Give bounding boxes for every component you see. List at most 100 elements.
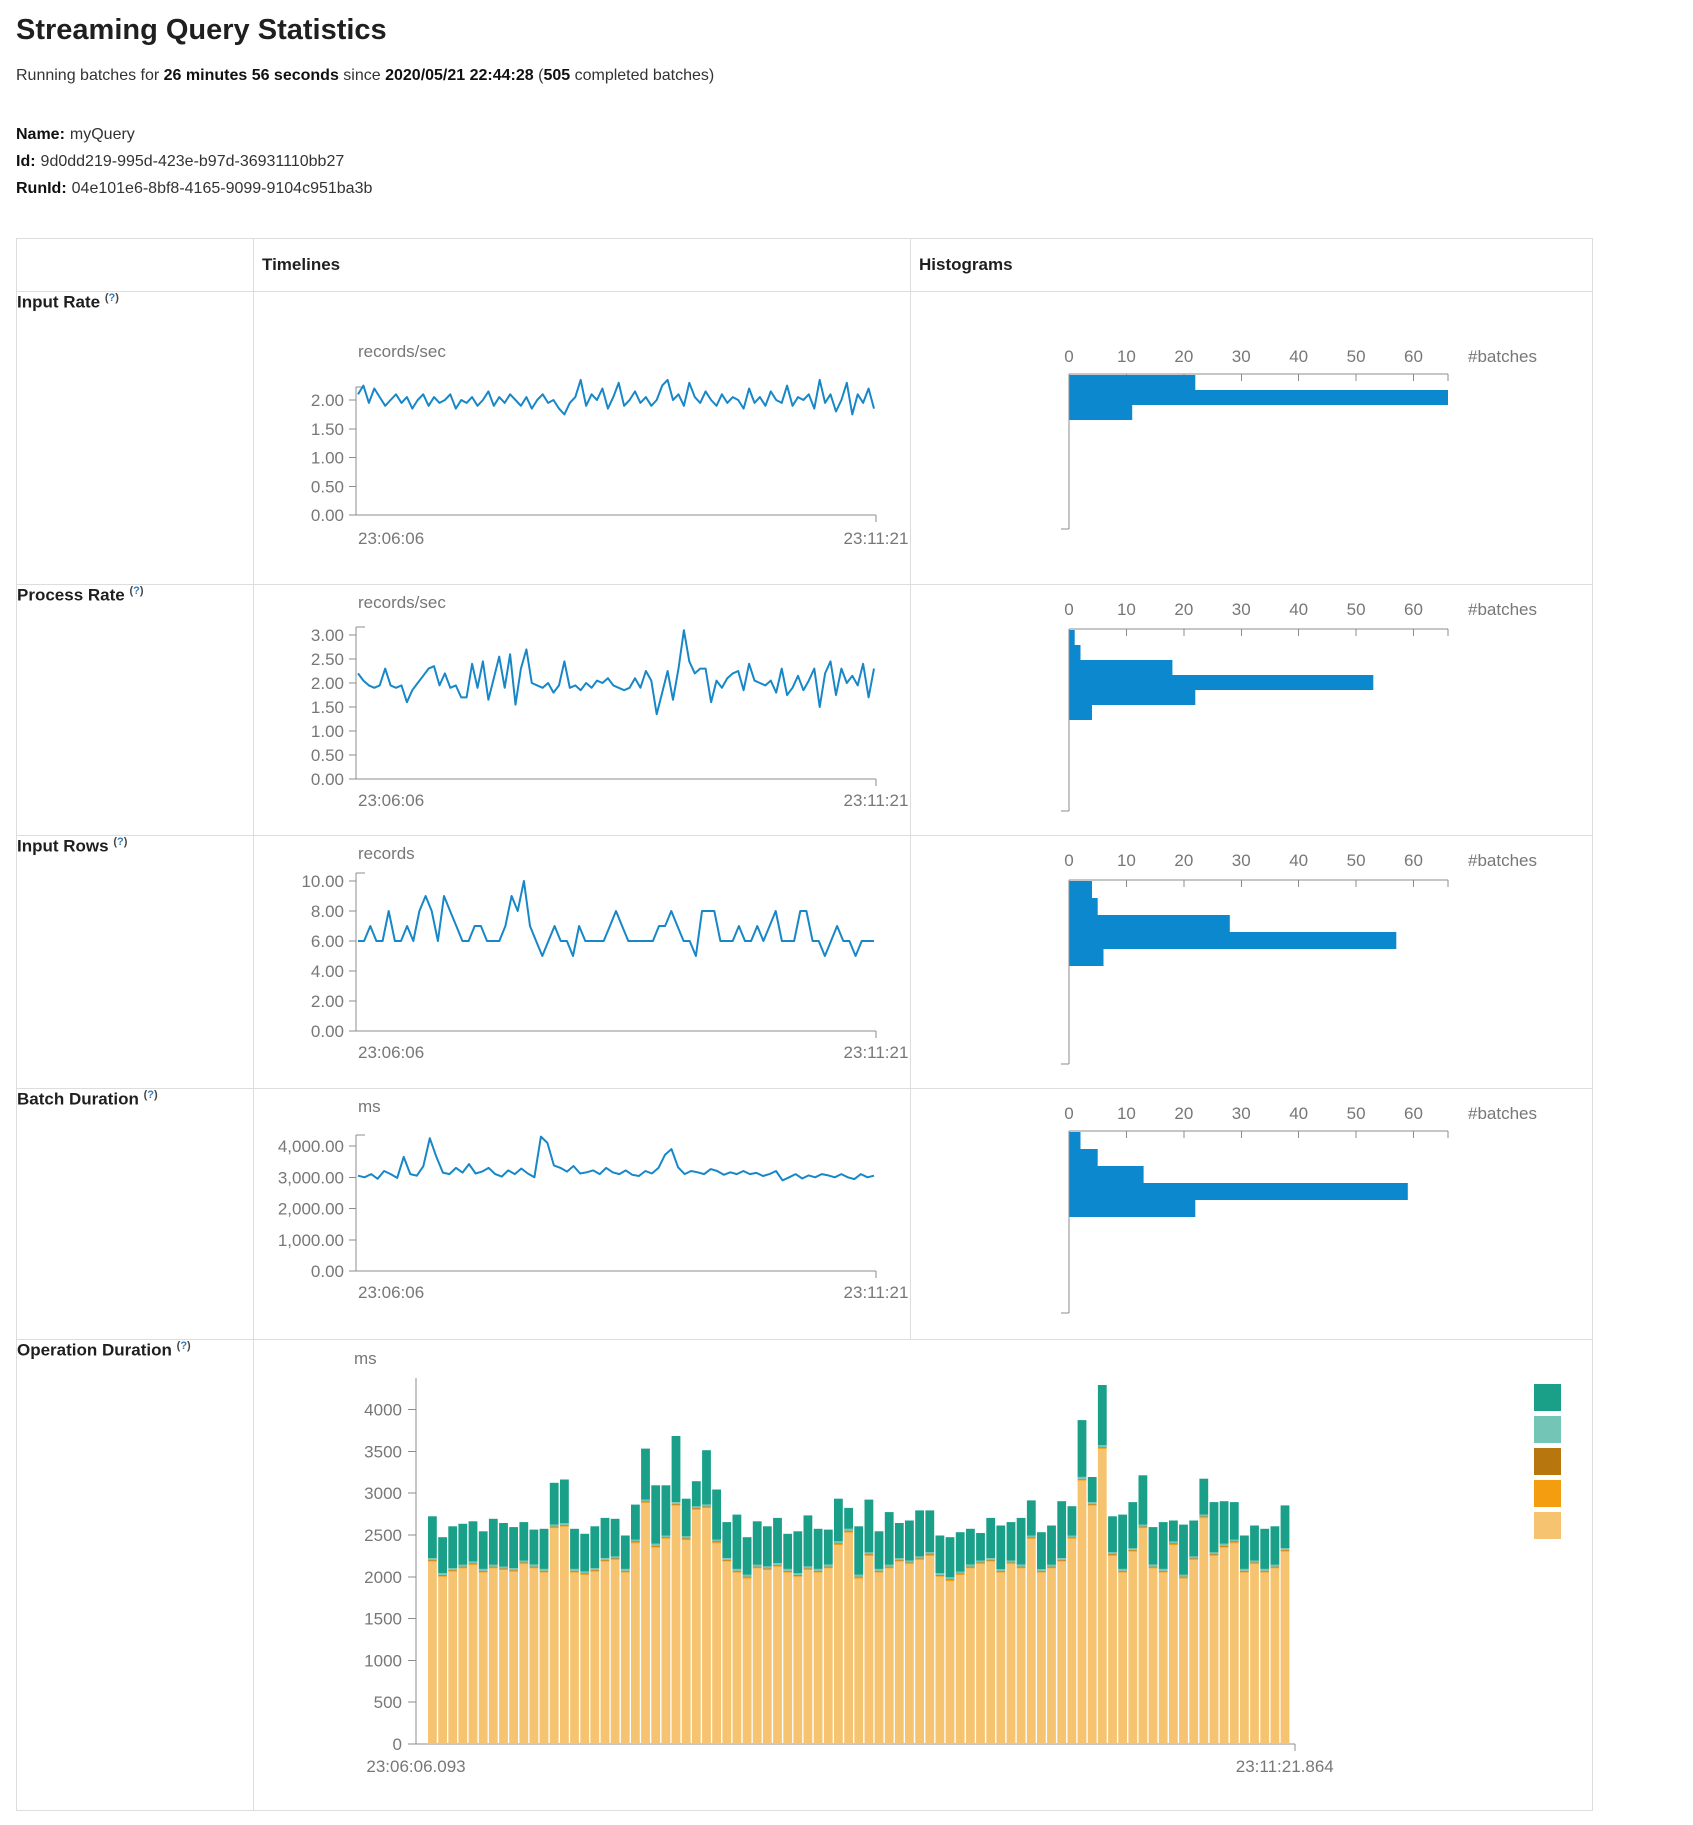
svg-text:60: 60 [1404,1104,1423,1123]
svg-text:20: 20 [1174,851,1193,870]
streaming-query-statistics-page: Streaming Query Statistics Running batch… [0,0,1693,1825]
svg-text:records/sec: records/sec [358,593,446,612]
start-timestamp: 2020/05/21 22:44:28 [385,67,534,84]
legend-swatch-icon [1534,1480,1561,1507]
svg-text:0: 0 [1064,600,1073,619]
svg-text:1.00: 1.00 [311,722,344,741]
svg-text:1000: 1000 [364,1651,402,1670]
svg-text:0: 0 [1064,1104,1073,1123]
svg-text:2.50: 2.50 [311,650,344,669]
batch-duration-timeline-chart: ms4,000.003,000.002,000.001,000.000.0023… [254,1089,910,1339]
summary-suffix: completed batches) [570,67,714,84]
svg-text:1.50: 1.50 [311,420,344,439]
svg-text:8.00: 8.00 [311,902,344,921]
svg-text:20: 20 [1174,1104,1193,1123]
svg-text:6.00: 6.00 [311,932,344,951]
svg-text:500: 500 [374,1693,402,1712]
input-rate-timeline-chart: records/sec2.001.501.000.500.0023:06:062… [254,292,910,584]
svg-text:23:06:06: 23:06:06 [358,791,424,810]
svg-text:60: 60 [1404,347,1423,366]
svg-text:23:11:21: 23:11:21 [844,791,909,810]
svg-text:2,000.00: 2,000.00 [278,1200,344,1219]
svg-text:30: 30 [1232,600,1251,619]
svg-text:4.00: 4.00 [311,962,344,981]
input-rate-help-icon[interactable]: (?) [105,292,119,304]
timelines-column-header: Timelines [254,239,911,292]
batch-duration-histogram-chart: 0102030405060#batches [911,1089,1592,1339]
svg-text:10: 10 [1117,1104,1136,1123]
process-rate-row: Process Rate (?) records/sec3.002.502.00… [17,585,1593,836]
process-rate-help-icon[interactable]: (?) [129,585,143,597]
svg-text:0.00: 0.00 [311,1262,344,1281]
svg-text:50: 50 [1347,600,1366,619]
svg-text:3.00: 3.00 [311,626,344,645]
svg-text:1500: 1500 [364,1610,402,1629]
svg-text:23:11:21.864: 23:11:21.864 [1236,1757,1334,1776]
svg-text:23:06:06: 23:06:06 [358,1043,424,1062]
batch-duration-label-cell: Batch Duration (?) [17,1089,254,1340]
svg-text:3000: 3000 [364,1484,402,1503]
input-rows-timeline-chart: records10.008.006.004.002.000.0023:06:06… [254,836,910,1088]
input-rows-histogram-chart: 0102030405060#batches [911,836,1592,1088]
svg-text:0.50: 0.50 [311,477,344,496]
operation-duration-help-icon[interactable]: (?) [177,1340,191,1352]
svg-text:60: 60 [1404,600,1423,619]
summary-since: since [339,67,385,84]
svg-text:30: 30 [1232,851,1251,870]
svg-text:#batches: #batches [1468,851,1537,870]
svg-text:0.00: 0.00 [311,506,344,525]
svg-text:0.00: 0.00 [311,1022,344,1041]
operation-duration-label-cell: Operation Duration (?) [17,1340,254,1811]
query-id-label: Id: [16,153,36,170]
svg-text:1,000.00: 1,000.00 [278,1231,344,1250]
input-rate-histogram-chart: 0102030405060#batches [911,292,1592,584]
input-rows-help-icon[interactable]: (?) [113,836,127,848]
batch-duration-help-icon[interactable]: (?) [144,1089,158,1101]
svg-text:0.00: 0.00 [311,770,344,789]
stats-header-row: Timelines Histograms [17,239,1593,292]
svg-text:ms: ms [358,1097,381,1116]
legend-swatch-icon [1534,1512,1561,1539]
svg-text:50: 50 [1347,347,1366,366]
batch-duration-row: Batch Duration (?) ms4,000.003,000.002,0… [17,1089,1593,1340]
svg-text:40: 40 [1289,851,1308,870]
svg-text:40: 40 [1289,347,1308,366]
svg-text:23:06:06: 23:06:06 [358,529,424,548]
query-id-value: 9d0dd219-995d-423e-b97d-36931110bb27 [41,153,345,170]
svg-text:23:06:06.093: 23:06:06.093 [366,1757,465,1776]
query-runid-label: RunId: [16,180,67,197]
operation-duration-row: Operation Duration (?) ms400035003000250… [17,1340,1593,1811]
svg-text:2.00: 2.00 [311,992,344,1011]
svg-text:10.00: 10.00 [301,872,344,891]
svg-text:23:11:21: 23:11:21 [844,1283,909,1302]
svg-text:0: 0 [1064,347,1073,366]
svg-text:0: 0 [1064,851,1073,870]
query-id-row: Id: 9d0dd219-995d-423e-b97d-36931110bb27 [16,148,1677,175]
query-name-value: myQuery [70,126,135,143]
query-name-label: Name: [16,126,65,143]
svg-text:2000: 2000 [364,1568,402,1587]
svg-text:40: 40 [1289,600,1308,619]
svg-text:20: 20 [1174,600,1193,619]
running-batches-summary: Running batches for 26 minutes 56 second… [16,67,1677,85]
svg-text:50: 50 [1347,1104,1366,1123]
svg-text:#batches: #batches [1468,347,1537,366]
svg-text:40: 40 [1289,1104,1308,1123]
query-name-row: Name: myQuery [16,121,1677,148]
svg-text:10: 10 [1117,600,1136,619]
input-rate-label: Input Rate [17,293,100,312]
svg-text:#batches: #batches [1468,600,1537,619]
svg-text:0.50: 0.50 [311,746,344,765]
svg-text:30: 30 [1232,347,1251,366]
svg-text:30: 30 [1232,1104,1251,1123]
svg-text:23:06:06: 23:06:06 [358,1283,424,1302]
legend-swatch-icon [1534,1384,1561,1411]
svg-text:4000: 4000 [364,1401,402,1420]
svg-text:2.00: 2.00 [311,391,344,410]
svg-text:10: 10 [1117,851,1136,870]
svg-text:3,000.00: 3,000.00 [278,1168,344,1187]
svg-text:1.00: 1.00 [311,449,344,468]
summary-paren: ( [534,67,544,84]
svg-text:0: 0 [393,1735,402,1754]
svg-text:10: 10 [1117,347,1136,366]
